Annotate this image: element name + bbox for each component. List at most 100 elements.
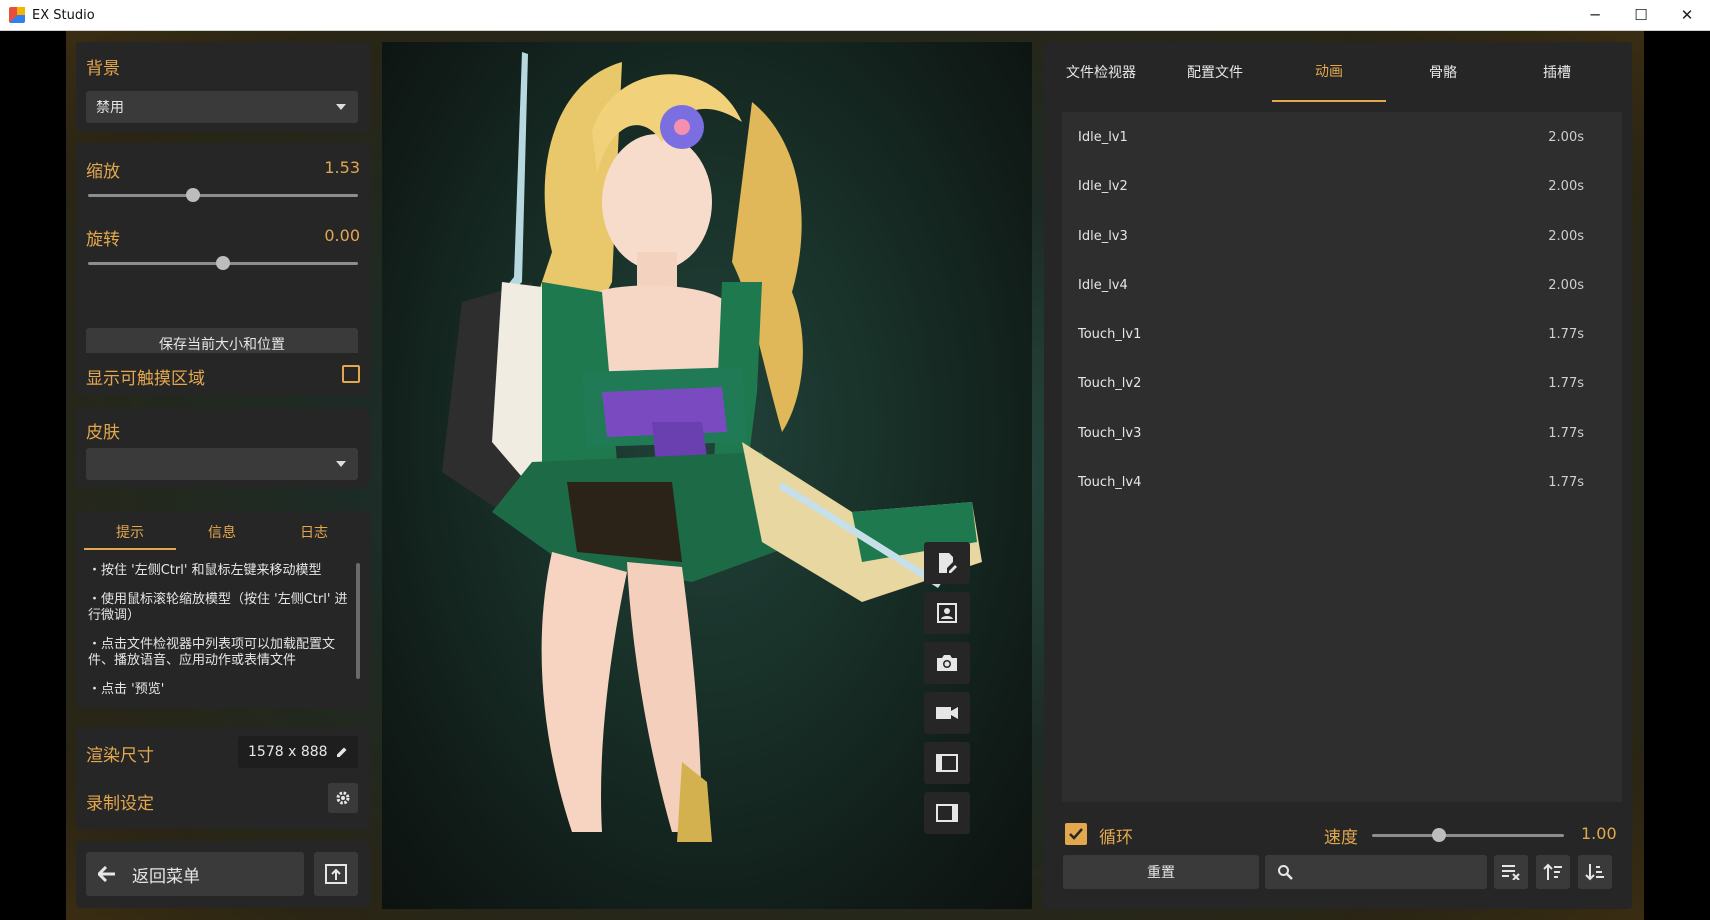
tab-bones[interactable]: 骨骼 <box>1386 42 1500 102</box>
animation-duration: 2.00s <box>1548 228 1584 244</box>
window-controls: ─ ☐ ✕ <box>1572 0 1710 30</box>
animation-duration: 1.77s <box>1548 474 1584 490</box>
portrait-button[interactable] <box>924 592 970 634</box>
record-video-button[interactable] <box>924 692 970 734</box>
tab-animation[interactable]: 动画 <box>1272 42 1386 102</box>
background-select-value: 禁用 <box>96 100 124 116</box>
animation-name: Touch_lv3 <box>1078 425 1142 441</box>
animation-row[interactable]: Idle_lv1 2.00s <box>1062 117 1622 157</box>
hint-item: ・使用鼠标滚轮缩放模型（按住 '左侧Ctrl' 进行微调） <box>88 592 348 623</box>
speed-label: 速度 <box>1324 828 1358 848</box>
render-size-value: 1578 x 888 <box>248 744 328 760</box>
info-tabs: 提示 信息 日志 <box>84 522 360 550</box>
sort-ascending-icon <box>1543 863 1562 880</box>
app-area: 背景 禁用 缩放 1.53 旋转 0.00 保存当前大小和位置 显示可触摸区域 … <box>0 31 1710 920</box>
letterbox-left <box>0 31 66 920</box>
scale-slider-track[interactable] <box>88 194 358 197</box>
speed-slider-track[interactable] <box>1372 834 1564 837</box>
edit-doc-icon <box>939 553 957 573</box>
touch-area-checkbox[interactable] <box>342 365 360 383</box>
clear-filter-button[interactable] <box>1494 855 1528 889</box>
animation-row[interactable]: Idle_lv4 2.00s <box>1062 265 1622 305</box>
chevron-down-icon <box>336 461 346 467</box>
animation-row[interactable]: Idle_lv3 2.00s <box>1062 216 1622 256</box>
panel-right-icon <box>936 804 958 822</box>
letterbox-right <box>1644 31 1710 920</box>
animation-row[interactable]: Touch_lv4 1.77s <box>1062 462 1622 502</box>
animation-row[interactable]: Idle_lv2 2.00s <box>1062 166 1622 206</box>
export-button[interactable] <box>314 852 358 896</box>
skin-label: 皮肤 <box>86 423 120 443</box>
rotate-slider-thumb[interactable] <box>216 256 230 270</box>
clear-filter-icon <box>1502 865 1520 880</box>
scale-value: 1.53 <box>324 158 360 177</box>
sort-descending-icon <box>1585 864 1604 881</box>
animation-name: Idle_lv4 <box>1078 277 1128 293</box>
animation-name: Touch_lv1 <box>1078 326 1142 342</box>
speed-slider-thumb[interactable] <box>1432 828 1447 842</box>
camera-icon <box>937 655 957 671</box>
window-title: EX Studio <box>32 7 95 23</box>
animation-duration: 2.00s <box>1548 178 1584 194</box>
title-bar: EX Studio ─ ☐ ✕ <box>0 0 1710 31</box>
back-to-menu-button[interactable]: 返回菜单 <box>86 852 304 896</box>
tab-log[interactable]: 日志 <box>268 522 360 550</box>
tab-slots[interactable]: 插槽 <box>1500 42 1614 102</box>
close-button[interactable]: ✕ <box>1664 0 1710 30</box>
animation-duration: 1.77s <box>1548 425 1584 441</box>
animation-name: Idle_lv2 <box>1078 178 1128 194</box>
loop-checkbox[interactable] <box>1065 823 1087 845</box>
tab-info[interactable]: 信息 <box>176 522 268 550</box>
chevron-down-icon <box>336 104 346 110</box>
scale-label: 缩放 <box>86 162 120 182</box>
info-card: 提示 信息 日志 ・按住 '左侧Ctrl' 和鼠标左键来移动模型 ・使用鼠标滚轮… <box>76 511 370 708</box>
animation-name: Touch_lv2 <box>1078 375 1142 391</box>
right-tabs: 文件检视器 配置文件 动画 骨骼 插槽 <box>1044 42 1632 102</box>
tab-config[interactable]: 配置文件 <box>1158 42 1272 102</box>
transform-card: 缩放 1.53 旋转 0.00 保存当前大小和位置 <box>76 143 370 371</box>
tab-file-inspector[interactable]: 文件检视器 <box>1044 42 1158 102</box>
panel-left-icon <box>936 754 958 772</box>
speed-value: 1.00 <box>1581 824 1617 843</box>
hint-item: ・按住 '左侧Ctrl' 和鼠标左键来移动模型 <box>88 563 322 578</box>
reset-button[interactable]: 重置 <box>1063 855 1259 889</box>
touch-area-card: 显示可触摸区域 <box>76 353 370 395</box>
animation-row[interactable]: Touch_lv1 1.77s <box>1062 314 1622 354</box>
model-viewport[interactable] <box>382 42 1032 909</box>
portrait-icon <box>937 603 957 623</box>
maximize-button[interactable]: ☐ <box>1618 0 1664 30</box>
animation-list: Idle_lv1 2.00s Idle_lv2 2.00s Idle_lv3 2.00… <box>1062 112 1622 802</box>
background-select[interactable]: 禁用 <box>86 91 358 123</box>
hint-item: ・点击文件检视器中列表项可以加载配置文件、播放语音、应用动作或表情文件 <box>88 637 336 668</box>
animation-row[interactable]: Touch_lv3 1.77s <box>1062 413 1622 453</box>
toggle-right-panel-button[interactable] <box>924 792 970 834</box>
record-settings-label: 录制设定 <box>86 794 154 814</box>
render-card: 渲染尺寸 1578 x 888 录制设定 <box>76 727 370 829</box>
edit-document-button[interactable] <box>924 542 970 584</box>
screenshot-button[interactable] <box>924 642 970 684</box>
toggle-left-panel-button[interactable] <box>924 742 970 784</box>
scale-slider-thumb[interactable] <box>186 188 201 202</box>
background-card: 背景 禁用 <box>76 42 370 132</box>
skin-select[interactable] <box>86 448 358 480</box>
minimize-button[interactable]: ─ <box>1572 0 1618 30</box>
animation-duration: 2.00s <box>1548 277 1584 293</box>
render-size-field[interactable]: 1578 x 888 <box>238 736 358 768</box>
export-icon <box>325 864 347 884</box>
animation-name: Idle_lv3 <box>1078 228 1128 244</box>
tab-hints[interactable]: 提示 <box>84 522 176 550</box>
arrow-left-icon <box>98 866 115 882</box>
back-card: 返回菜单 <box>76 841 370 908</box>
loop-label: 循环 <box>1099 828 1133 848</box>
hints-scrollbar[interactable] <box>356 563 360 679</box>
animation-row[interactable]: Touch_lv2 1.77s <box>1062 363 1622 403</box>
back-to-menu-label: 返回菜单 <box>132 866 200 887</box>
sort-ascending-button[interactable] <box>1536 855 1570 889</box>
search-input[interactable] <box>1265 855 1487 889</box>
animation-duration: 2.00s <box>1548 129 1584 145</box>
sort-descending-button[interactable] <box>1578 855 1612 889</box>
record-settings-button[interactable] <box>328 783 358 813</box>
hints-list: ・按住 '左侧Ctrl' 和鼠标左键来移动模型 ・使用鼠标滚轮缩放模型（按住 '… <box>88 563 350 711</box>
right-panel: 文件检视器 配置文件 动画 骨骼 插槽 Idle_lv1 2.00s Idle_l… <box>1044 42 1632 909</box>
video-camera-icon <box>936 707 958 719</box>
